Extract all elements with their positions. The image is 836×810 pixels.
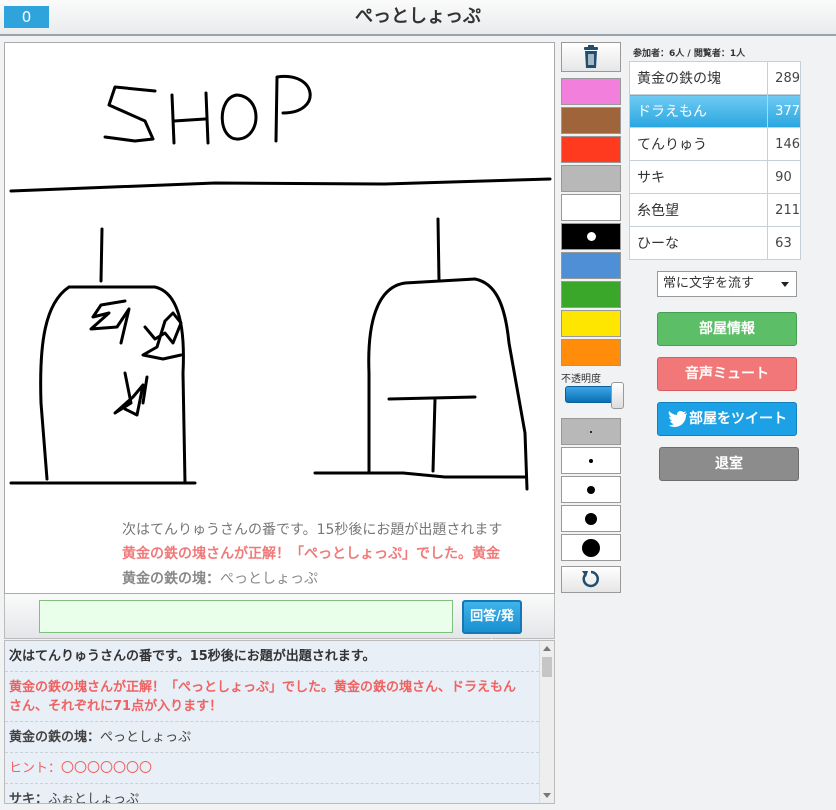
color-swatch[interactable] xyxy=(561,310,621,337)
drawing-strokes xyxy=(9,74,552,491)
color-swatch[interactable] xyxy=(561,136,621,163)
chevron-down-icon xyxy=(781,282,789,287)
mute-button[interactable]: 音声ミュート xyxy=(657,357,797,391)
scroll-thumb[interactable] xyxy=(542,657,552,677)
player-score: 211 xyxy=(767,193,801,227)
player-score: 146 xyxy=(767,127,801,161)
color-swatch[interactable] xyxy=(561,107,621,134)
scoreboard-row: サキ 90 xyxy=(628,160,801,194)
scoreboard-row: ドラえもん 377 xyxy=(628,94,801,128)
player-name: ひーな xyxy=(628,226,769,260)
twitter-bird-icon xyxy=(668,411,687,427)
overlay-answer-text: ぺっとしょっぷ xyxy=(220,571,318,587)
player-name: サキ xyxy=(628,160,769,194)
header-bar: 0 ぺっとしょっぷ xyxy=(0,0,836,36)
selected-indicator-icon xyxy=(587,232,596,241)
brush-dot-icon xyxy=(587,486,595,494)
scroll-up-icon[interactable] xyxy=(543,646,551,651)
text-flow-select[interactable]: 常に文字を流す xyxy=(657,271,797,297)
brush-size-button[interactable] xyxy=(561,418,621,445)
overlay-answer-user: 黄金の鉄の塊： xyxy=(122,571,220,587)
chat-user: サキ： xyxy=(9,792,49,804)
brush-dot-icon xyxy=(589,459,593,463)
answer-input[interactable] xyxy=(39,600,453,633)
color-swatch[interactable] xyxy=(561,281,621,308)
exit-button[interactable]: 退室 xyxy=(659,447,799,481)
room-info-button[interactable]: 部屋情報 xyxy=(657,312,797,346)
player-name: 黄金の鉄の塊 xyxy=(628,61,769,95)
overlay-correct: 黄金の鉄の塊さんが正解！「ぺっとしょっぷ」でした。黄金 xyxy=(122,546,500,562)
tweet-button[interactable]: 部屋をツイート xyxy=(657,402,797,436)
scoreboard-row: 糸色望 211 xyxy=(628,193,801,227)
brush-size-button[interactable] xyxy=(561,505,621,532)
player-score: 289 xyxy=(767,61,801,95)
chat-row: サキ：ふぉとしょっぷ xyxy=(5,784,539,804)
color-swatch[interactable] xyxy=(561,252,621,279)
opacity-label: 不透明度 xyxy=(561,374,601,385)
chat-text: ぺっとしょっぷ xyxy=(100,730,192,745)
brush-size-button[interactable] xyxy=(561,534,621,561)
player-score: 63 xyxy=(767,226,801,260)
color-swatch[interactable] xyxy=(561,165,621,192)
scoreboard-row: ひーな 63 xyxy=(628,226,801,260)
color-swatch[interactable] xyxy=(561,339,621,366)
trash-icon xyxy=(584,45,598,68)
chat-user: 黄金の鉄の塊： xyxy=(9,730,101,745)
participant-stats: 参加者：6人 / 閲覧者：1人 xyxy=(633,49,746,59)
undo-button[interactable] xyxy=(561,566,621,593)
drawing-canvas[interactable]: 次はてんりゅうさんの番です。15秒後にお題が出題されます 黄金の鉄の塊さんが正解… xyxy=(4,42,555,594)
brush-dot-icon xyxy=(590,431,592,433)
color-swatch[interactable] xyxy=(561,223,621,250)
undo-icon xyxy=(582,570,599,588)
player-score: 377 xyxy=(767,94,801,128)
overlay-last-answer: 黄金の鉄の塊：ぺっとしょっぷ xyxy=(122,568,556,588)
brush-dot-icon xyxy=(585,513,597,525)
text-flow-value: 常に文字を流す xyxy=(663,276,755,291)
scoreboard-row: 黄金の鉄の塊 289 xyxy=(628,61,801,95)
chat-row: 黄金の鉄の塊：ぺっとしょっぷ xyxy=(5,722,539,753)
player-name: 糸色望 xyxy=(628,193,769,227)
brush-size-button[interactable] xyxy=(561,476,621,503)
input-bar: 回答/発言 xyxy=(4,594,555,654)
chat-row: ヒント：〇〇〇〇〇〇〇 xyxy=(5,753,539,784)
clear-canvas-button[interactable] xyxy=(561,42,621,72)
player-score: 90 xyxy=(767,160,801,194)
chat-scrollbar[interactable] xyxy=(539,641,554,803)
overlay-next-turn: 次はてんりゅうさんの番です。15秒後にお題が出題されます xyxy=(122,522,503,538)
chat-row: 黄金の鉄の塊さんが正解！「ぺっとしょっぷ」でした。黄金の鉄の塊さん、ドラえもんさ… xyxy=(5,672,539,722)
color-swatch[interactable] xyxy=(561,78,621,105)
chat-row: 次はてんりゅうさんの番です。15秒後にお題が出題されます。 xyxy=(5,641,539,672)
chat-text: ふぉとしょっぷ xyxy=(48,792,140,804)
scoreboard: 黄金の鉄の塊 289 ドラえもん 377 てんりゅう 146 サキ 90 糸色望 211 ひーな 63 xyxy=(628,61,801,260)
player-name: てんりゅう xyxy=(628,127,769,161)
room-title: ぺっとしょっぷ xyxy=(355,6,481,27)
color-swatch[interactable] xyxy=(561,194,621,221)
scoreboard-row: てんりゅう 146 xyxy=(628,127,801,161)
brush-dot-icon xyxy=(582,539,600,557)
opacity-slider-handle[interactable] xyxy=(611,382,624,409)
brush-size-button[interactable] xyxy=(561,447,621,474)
chat-log[interactable]: 次はてんりゅうさんの番です。15秒後にお題が出題されます。 黄金の鉄の塊さんが正… xyxy=(4,640,555,804)
send-button[interactable]: 回答/発言 xyxy=(462,600,522,654)
player-name: ドラえもん xyxy=(628,94,769,128)
scroll-down-icon[interactable] xyxy=(543,793,551,798)
